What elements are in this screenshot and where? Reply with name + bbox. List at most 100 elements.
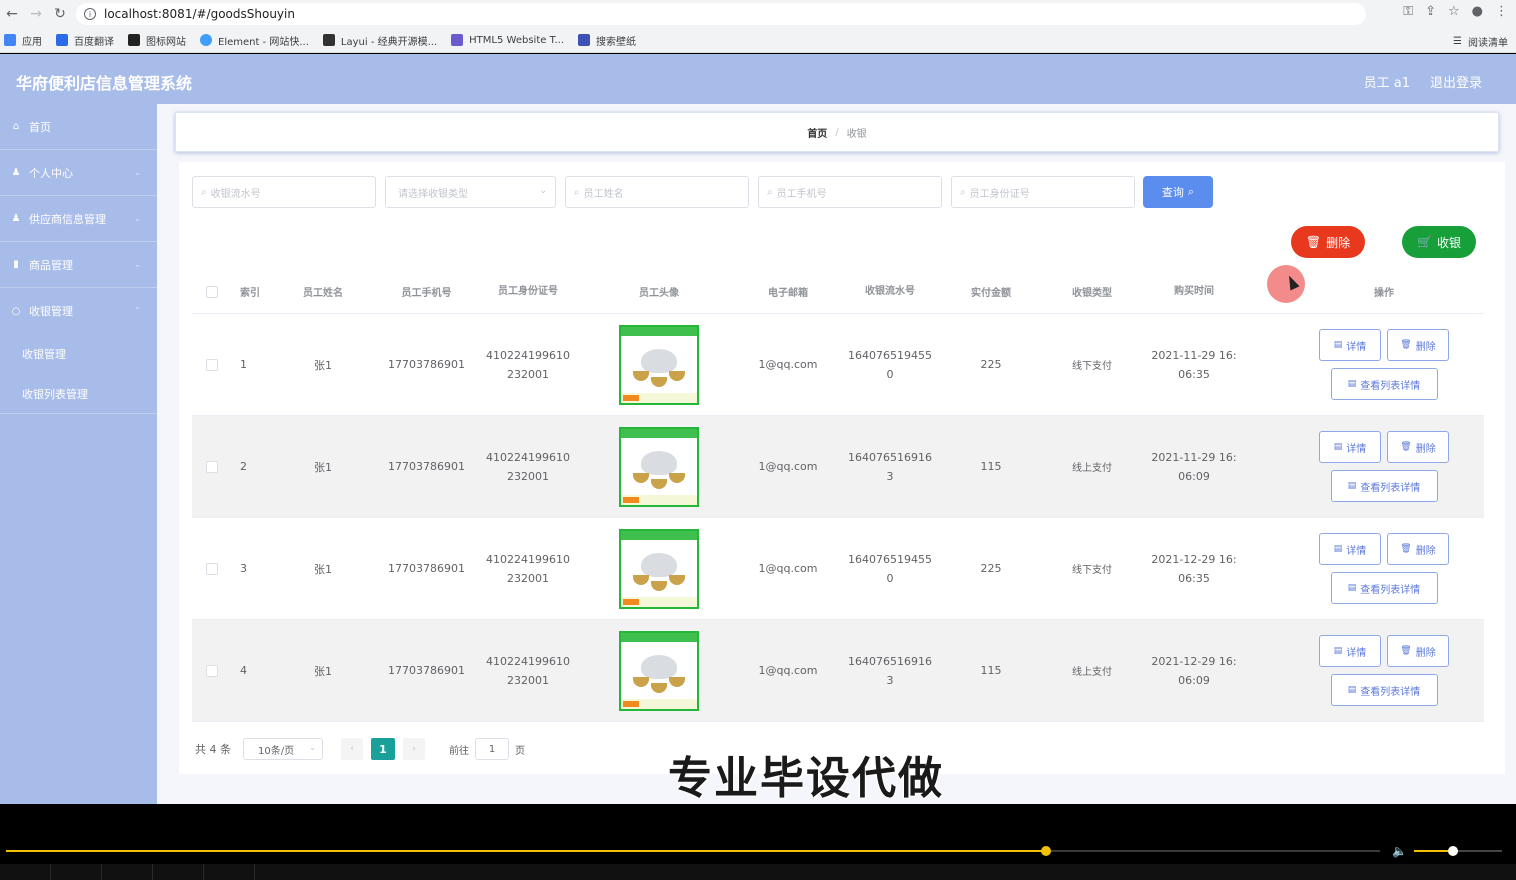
idcard-line: 410224199610 <box>486 654 570 668</box>
serial-line: 164076516916 <box>848 450 932 464</box>
forward-icon[interactable]: → <box>24 2 48 26</box>
info-icon[interactable]: i <box>84 8 96 20</box>
sidebar: ⌂ 首页 ♟ 个人中心 ⌄ ♟ 供应商信息管理 ⌄ ▮ 商品管理 ⌄ ○ 收银管理 ⌃ 收银管理 … <box>0 104 157 804</box>
trash-icon: 🗑 <box>1400 544 1412 554</box>
cell-name: 张1 <box>314 664 332 678</box>
list-detail-button[interactable]: ▤ 查看列表详情 <box>1330 470 1438 502</box>
ops-row: ▤ 详情 🗑 删除 <box>1319 329 1449 361</box>
detail-label: 详情 <box>1346 443 1367 455</box>
employee-name-input[interactable]: ⌕ 员工姓名 <box>565 176 749 208</box>
bookmark-item[interactable]: 图标网站 <box>128 33 186 48</box>
back-icon[interactable]: ← <box>0 2 24 26</box>
progress-handle[interactable] <box>1041 846 1052 856</box>
profile-icon[interactable]: ● <box>1472 4 1483 19</box>
progress-track[interactable] <box>6 846 1380 856</box>
list-detail-button[interactable]: ▤ 查看列表详情 <box>1330 368 1438 400</box>
idcard-line: 232001 <box>507 673 549 687</box>
prev-page-button[interactable]: ‹ <box>341 738 363 760</box>
trash-icon: 🗑 <box>1400 646 1412 656</box>
reading-list[interactable]: ☰ 阅读清单 <box>1453 34 1508 49</box>
iconfont-icon <box>128 34 140 46</box>
delete-button[interactable]: 🗑 删除 <box>1387 533 1449 565</box>
volume-icon[interactable]: 🔈 <box>1392 844 1407 858</box>
checkbox[interactable] <box>206 664 218 677</box>
query-button[interactable]: 查询 ⌕ <box>1143 176 1213 208</box>
taskbar-slot[interactable] <box>153 864 204 880</box>
sidebar-item-supplier[interactable]: ♟ 供应商信息管理 ⌄ <box>0 196 157 242</box>
bookmark-item[interactable]: 应用 <box>4 33 42 48</box>
serial-search-input[interactable]: ⌕ 收银流水号 <box>192 176 376 208</box>
product-image[interactable] <box>619 324 699 405</box>
sidebar-item-label: 供应商信息管理 <box>29 212 106 226</box>
breadcrumb-home[interactable]: 首页 <box>807 125 827 140</box>
query-label: 查询 <box>1161 186 1184 199</box>
goto-page-input[interactable]: 1 <box>475 738 509 760</box>
bookmark-item[interactable]: Element - 网站快... <box>200 33 309 48</box>
content-panel: ⌕ 收银流水号 请选择收银类型 ⌄ ⌕ 员工姓名 ⌕ 员工手机号 ⌕ 员工身份证号 查询 ⌕… <box>179 162 1505 774</box>
product-image[interactable] <box>619 426 699 507</box>
detail-button[interactable]: ▤ 详情 <box>1319 431 1381 463</box>
delete-button[interactable]: 🗑 删除 <box>1387 329 1449 361</box>
delete-button[interactable]: 🗑 删除 <box>1387 635 1449 667</box>
sidebar-item-profile[interactable]: ♟ 个人中心 ⌄ <box>0 150 157 196</box>
delete-button[interactable]: 🗑 删除 <box>1387 431 1449 463</box>
sidebar-item-home[interactable]: ⌂ 首页 <box>0 104 157 150</box>
detail-button[interactable]: ▤ 详情 <box>1319 533 1381 565</box>
idcard-line: 410224199610 <box>486 348 570 362</box>
checkbox[interactable] <box>206 460 218 473</box>
url-text: localhost:8081/#/goodsShouyin <box>104 7 295 21</box>
search-icon: ⌕ <box>960 186 966 198</box>
idcard-line: 410224199610 <box>486 450 570 464</box>
taskbar-slot[interactable] <box>204 864 255 880</box>
reload-icon[interactable]: ↻ <box>48 2 72 26</box>
volume-slider[interactable] <box>1414 846 1502 856</box>
row-checkbox[interactable] <box>192 358 232 371</box>
bookmark-item[interactable]: HTML5 Website T... <box>451 34 564 46</box>
address-bar[interactable]: i localhost:8081/#/goodsShouyin <box>76 3 1366 25</box>
cashier-type-select[interactable]: 请选择收银类型 ⌄ <box>385 176 556 208</box>
list-detail-button[interactable]: ▤ 查看列表详情 <box>1330 572 1438 604</box>
ops-row: ▤ 详情 🗑 删除 <box>1319 635 1449 667</box>
serial-placeholder: 收银流水号 <box>210 188 261 200</box>
star-icon[interactable]: ☆ <box>1448 4 1460 19</box>
checkbox[interactable] <box>206 562 218 575</box>
employee-phone-input[interactable]: ⌕ 员工手机号 <box>758 176 942 208</box>
cell-time: 2021-11-29 16: 06:35 <box>1147 346 1241 384</box>
user-icon: ♟ <box>11 213 21 224</box>
chevron-down-icon: ⌄ <box>134 260 141 269</box>
checkbox[interactable] <box>206 358 218 371</box>
product-image[interactable] <box>619 630 699 711</box>
next-page-button[interactable]: › <box>403 738 425 760</box>
checkbox[interactable] <box>206 285 218 298</box>
sidebar-item-goods[interactable]: ▮ 商品管理 ⌄ <box>0 242 157 288</box>
volume-handle[interactable] <box>1447 846 1458 856</box>
bookmark-item[interactable]: 搜索壁纸 <box>578 33 636 48</box>
key-icon[interactable]: ⚿ <box>1403 4 1413 19</box>
user-icon: ♟ <box>11 167 21 178</box>
share-icon[interactable]: ⇪ <box>1425 4 1436 19</box>
taskbar-slot[interactable] <box>102 864 153 880</box>
bookmark-item[interactable]: 百度翻译 <box>56 33 114 48</box>
page-size-select[interactable]: 10条/页 ⌄ <box>243 738 323 760</box>
row-checkbox[interactable] <box>192 664 232 677</box>
current-page-button[interactable]: 1 <box>371 738 395 760</box>
menu-icon[interactable]: ⋮ <box>1495 4 1508 19</box>
batch-delete-button[interactable]: 🗑 删除 <box>1291 226 1365 258</box>
product-image[interactable] <box>619 528 699 609</box>
sidebar-subitem-cashier[interactable]: 收银管理 <box>0 334 157 374</box>
taskbar-slot[interactable] <box>0 864 51 880</box>
cashier-button[interactable]: 🛒 收银 <box>1402 226 1476 258</box>
taskbar-slot[interactable] <box>51 864 102 880</box>
cell-serial: 164076516916 3 <box>835 652 945 690</box>
row-checkbox[interactable] <box>192 562 232 575</box>
select-all-checkbox[interactable] <box>192 285 232 298</box>
list-detail-button[interactable]: ▤ 查看列表详情 <box>1330 674 1438 706</box>
bookmark-item[interactable]: Layui - 经典开源模... <box>322 33 437 48</box>
employee-idcard-input[interactable]: ⌕ 员工身份证号 <box>951 176 1135 208</box>
sidebar-item-cashier[interactable]: ○ 收银管理 ⌃ <box>0 288 157 334</box>
detail-button[interactable]: ▤ 详情 <box>1319 635 1381 667</box>
logout-link[interactable]: 退出登录 <box>1430 72 1482 91</box>
sidebar-subitem-cashier-list[interactable]: 收银列表管理 <box>0 374 157 414</box>
row-checkbox[interactable] <box>192 460 232 473</box>
detail-button[interactable]: ▤ 详情 <box>1319 329 1381 361</box>
